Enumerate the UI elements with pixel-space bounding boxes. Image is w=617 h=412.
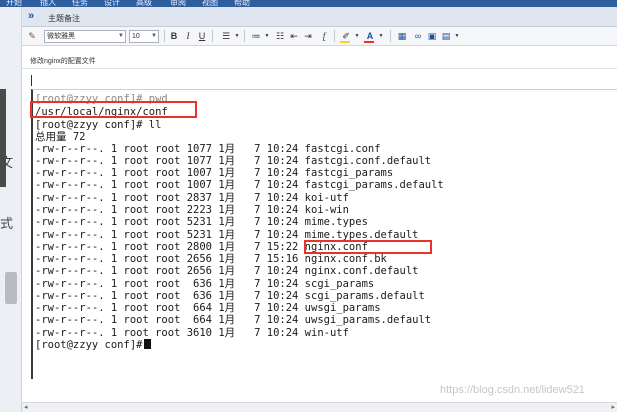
hyperlink-style-icon[interactable]: f <box>318 30 330 42</box>
bold-button[interactable]: B <box>169 30 179 42</box>
underline-button[interactable]: U <box>197 30 207 42</box>
toolbar-separator <box>334 30 335 42</box>
font-size-value: 10 <box>132 33 140 40</box>
bullet-list-icon[interactable]: ☷ <box>274 30 286 42</box>
font-name-value: 微软雅黑 <box>47 33 75 40</box>
terminal-line: -rw-r--r--. 1 root root 636 1月 7 10:24 s… <box>35 290 425 302</box>
table-icon[interactable]: ▦ <box>396 30 408 42</box>
toolbar-separator <box>212 30 213 42</box>
watermark-text: https://blog.csdn.net/lidew521 <box>440 384 585 396</box>
image-icon[interactable]: ▣ <box>426 30 438 42</box>
terminal-line: -rw-r--r--. 1 root root 1077 1月 7 10:24 … <box>35 143 381 155</box>
chevron-down-icon[interactable]: ▼ <box>454 30 460 42</box>
terminal-line: [root@zzyy conf]# ll <box>35 119 162 131</box>
pwd-output-highlight <box>30 101 197 118</box>
topic-notes-header: » 主题备注 <box>22 7 617 27</box>
terminal-line: -rw-r--r--. 1 root root 664 1月 7 10:24 u… <box>35 314 432 326</box>
terminal-line: -rw-r--r--. 1 root root 2837 1月 7 10:24 … <box>35 192 349 204</box>
scroll-right-icon[interactable]: ▸ <box>611 403 615 411</box>
terminal-line: -rw-r--r--. 1 root root 1007 1月 7 10:24 … <box>35 179 444 191</box>
left-panel: 文 式 <box>0 7 22 412</box>
chevron-down-icon: ▼ <box>118 33 124 39</box>
chevron-down-icon: ▼ <box>151 33 157 39</box>
terminal-line: -rw-r--r--. 1 root root 2656 1月 7 10:24 … <box>35 265 419 277</box>
numbered-list-icon[interactable]: ≔ <box>250 30 262 42</box>
chevron-down-icon[interactable]: ▼ <box>378 30 384 42</box>
vertical-scroll-thumb[interactable] <box>5 272 17 304</box>
ribbon-bar: 开始 插入 任务 设计 高级 审阅 视图 帮助 <box>0 0 617 7</box>
scroll-left-icon[interactable]: ◂ <box>24 403 28 411</box>
highlighter-icon[interactable]: ✐ <box>340 30 352 43</box>
note-title: 修改nginx的配置文件 <box>30 58 96 65</box>
panel-text-2: 式 <box>0 216 14 231</box>
font-color-button[interactable]: A <box>364 30 376 43</box>
formatting-toolbar: ✎ 微软雅黑 ▼ 10 ▼ B I U ☰ ▼ ≔ ▼ ☷ ⇤ ⇥ f ✐ ▼ … <box>22 27 617 46</box>
terminal-prompt: [root@zzyy conf]# <box>35 339 143 351</box>
toolbar-separator <box>390 30 391 42</box>
expand-chevrons-icon[interactable]: » <box>28 10 34 22</box>
panel-text-1: 文 <box>0 155 14 170</box>
decrease-indent-icon[interactable]: ⇤ <box>288 30 300 42</box>
terminal-line: -rw-r--r--. 1 root root 5231 1月 7 10:24 … <box>35 216 368 228</box>
note-divider <box>22 68 617 69</box>
terminal-line: -rw-r--r--. 1 root root 636 1月 7 10:24 s… <box>35 278 375 290</box>
terminal-line: 总用量 72 <box>35 131 86 143</box>
chevron-down-icon[interactable]: ▼ <box>354 30 360 42</box>
increase-indent-icon[interactable]: ⇥ <box>302 30 314 42</box>
terminal-line: -rw-r--r--. 1 root root 1077 1月 7 10:24 … <box>35 155 432 167</box>
terminal-line: -rw-r--r--. 1 root root 664 1月 7 10:24 u… <box>35 302 381 314</box>
font-name-select[interactable]: 微软雅黑 ▼ <box>44 30 126 43</box>
font-size-select[interactable]: 10 ▼ <box>129 30 159 43</box>
font-color-bar <box>364 41 374 43</box>
terminal-cursor <box>144 339 152 349</box>
attachment-icon[interactable]: ▤ <box>440 30 452 42</box>
toolbar-separator <box>244 30 245 42</box>
highlight-color-bar <box>340 41 350 43</box>
nginx-conf-highlight <box>304 240 432 254</box>
panel-divider <box>0 89 6 187</box>
terminal-prompt-line: [root@zzyy conf]# <box>35 339 152 351</box>
font-color-label: A <box>366 31 374 41</box>
link-icon[interactable]: ∞ <box>412 30 424 42</box>
terminal-line: -rw-r--r--. 1 root root 1007 1月 7 10:24 … <box>35 167 394 179</box>
terminal-line: -rw-r--r--. 1 root root 3610 1月 7 10:24 … <box>35 327 349 339</box>
terminal-line: -rw-r--r--. 1 root root 2223 1月 7 10:24 … <box>35 204 349 216</box>
text-cursor <box>31 75 32 86</box>
terminal-line: -rw-r--r--. 1 root root 2656 1月 7 15:16 … <box>35 253 387 265</box>
format-painter-icon[interactable]: ✎ <box>26 30 38 42</box>
terminal-screenshot: [root@zzyy conf]# pwd /usr/local/nginx/c… <box>31 89 617 379</box>
chevron-down-icon[interactable]: ▼ <box>234 30 240 42</box>
chevron-down-icon[interactable]: ▼ <box>264 30 270 42</box>
toolbar-separator <box>164 30 165 42</box>
align-left-icon[interactable]: ☰ <box>218 30 234 42</box>
italic-button[interactable]: I <box>183 30 193 42</box>
section-title: 主题备注 <box>48 14 80 23</box>
horizontal-scrollbar[interactable]: ◂ ▸ <box>22 402 617 412</box>
